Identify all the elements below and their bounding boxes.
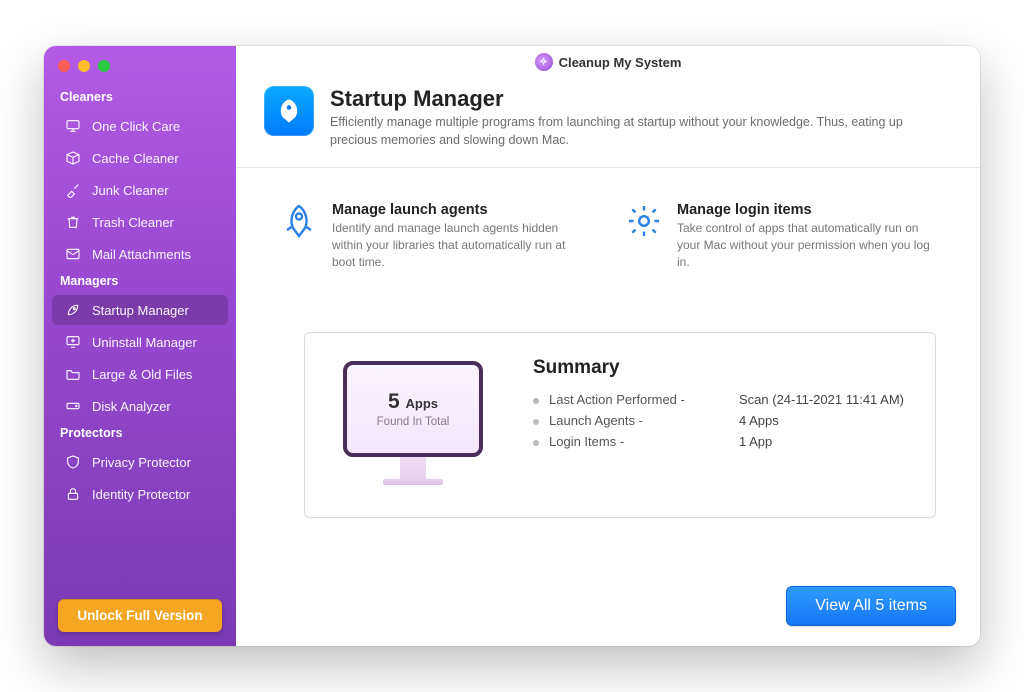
- section-cleaners: Cleaners: [44, 86, 236, 110]
- feature-desc: Identify and manage launch agents hidden…: [332, 220, 591, 270]
- sidebar: Cleaners One Click Care Cache Cleaner Ju…: [44, 46, 236, 646]
- summary-illustration: 5 Apps Found In Total: [333, 357, 493, 489]
- sidebar-item-label: Uninstall Manager: [92, 335, 197, 350]
- summary-count-sub: Found In Total: [377, 416, 450, 428]
- page-header: Startup Manager Efficiently manage multi…: [236, 78, 980, 168]
- view-all-button[interactable]: View All 5 items: [786, 586, 956, 626]
- rocket-icon: [64, 301, 82, 319]
- sidebar-item-disk-analyzer[interactable]: Disk Analyzer: [52, 391, 228, 421]
- unlock-full-version-button[interactable]: Unlock Full Version: [58, 599, 222, 632]
- box-icon: [64, 149, 82, 167]
- close-icon[interactable]: [58, 60, 70, 72]
- sidebar-item-one-click-care[interactable]: One Click Care: [52, 111, 228, 141]
- section-managers: Managers: [44, 270, 236, 294]
- sidebar-item-label: Privacy Protector: [92, 455, 191, 470]
- summary-row-last-action: Last Action Performed - Scan (24-11-2021…: [533, 389, 907, 410]
- feature-title: Manage launch agents: [332, 202, 591, 218]
- summary-row-login-items: Login Items - 1 App: [533, 431, 907, 452]
- rocket-badge-icon: [264, 86, 314, 136]
- summary-row-launch-agents: Launch Agents - 4 Apps: [533, 410, 907, 431]
- sidebar-item-label: Junk Cleaner: [92, 183, 169, 198]
- sidebar-item-label: Large & Old Files: [92, 367, 192, 382]
- sidebar-item-label: Cache Cleaner: [92, 151, 179, 166]
- sidebar-item-privacy-protector[interactable]: Privacy Protector: [52, 447, 228, 477]
- app-icon: ✧: [535, 53, 553, 71]
- shield-icon: [64, 453, 82, 471]
- sidebar-item-label: Mail Attachments: [92, 247, 191, 262]
- section-protectors: Protectors: [44, 422, 236, 446]
- gear-icon: [625, 202, 663, 240]
- sidebar-item-uninstall-manager[interactable]: Uninstall Manager: [52, 327, 228, 357]
- sidebar-item-identity-protector[interactable]: Identity Protector: [52, 479, 228, 509]
- sidebar-item-label: Startup Manager: [92, 303, 189, 318]
- sidebar-item-junk-cleaner[interactable]: Junk Cleaner: [52, 175, 228, 205]
- app-title: Cleanup My System: [559, 55, 682, 70]
- sidebar-item-startup-manager[interactable]: Startup Manager: [52, 295, 228, 325]
- rocket-outline-icon: [280, 202, 318, 240]
- sidebar-item-label: Disk Analyzer: [92, 399, 171, 414]
- lock-icon: [64, 485, 82, 503]
- mail-icon: [64, 245, 82, 263]
- page-description: Efficiently manage multiple programs fro…: [330, 114, 930, 149]
- sidebar-item-cache-cleaner[interactable]: Cache Cleaner: [52, 143, 228, 173]
- feature-row: Manage launch agents Identify and manage…: [236, 168, 980, 282]
- main-pane: ✧ Cleanup My System Startup Manager Effi…: [236, 46, 980, 646]
- sidebar-item-mail-attachments[interactable]: Mail Attachments: [52, 239, 228, 269]
- app-window: Cleaners One Click Care Cache Cleaner Ju…: [44, 46, 980, 646]
- titlebar: ✧ Cleanup My System: [236, 46, 980, 78]
- summary-count: 5 Apps: [388, 390, 438, 414]
- footer: View All 5 items: [236, 570, 980, 646]
- sidebar-item-label: Identity Protector: [92, 487, 190, 502]
- summary-title: Summary: [533, 357, 907, 379]
- uninstall-icon: [64, 333, 82, 351]
- sidebar-item-label: One Click Care: [92, 119, 180, 134]
- page-title: Startup Manager: [330, 86, 930, 112]
- feature-desc: Take control of apps that automatically …: [677, 220, 936, 270]
- feature-login-items: Manage login items Take control of apps …: [625, 202, 936, 270]
- sidebar-item-label: Trash Cleaner: [92, 215, 174, 230]
- broom-icon: [64, 181, 82, 199]
- feature-launch-agents: Manage launch agents Identify and manage…: [280, 202, 591, 270]
- sidebar-item-trash-cleaner[interactable]: Trash Cleaner: [52, 207, 228, 237]
- sidebar-item-large-old-files[interactable]: Large & Old Files: [52, 359, 228, 389]
- summary-panel: 5 Apps Found In Total Summary Last Actio…: [304, 332, 936, 518]
- window-controls: [44, 56, 236, 86]
- folder-icon: [64, 365, 82, 383]
- trash-icon: [64, 213, 82, 231]
- disk-icon: [64, 397, 82, 415]
- monitor-icon: [64, 117, 82, 135]
- minimize-icon[interactable]: [78, 60, 90, 72]
- feature-title: Manage login items: [677, 202, 936, 218]
- fullscreen-icon[interactable]: [98, 60, 110, 72]
